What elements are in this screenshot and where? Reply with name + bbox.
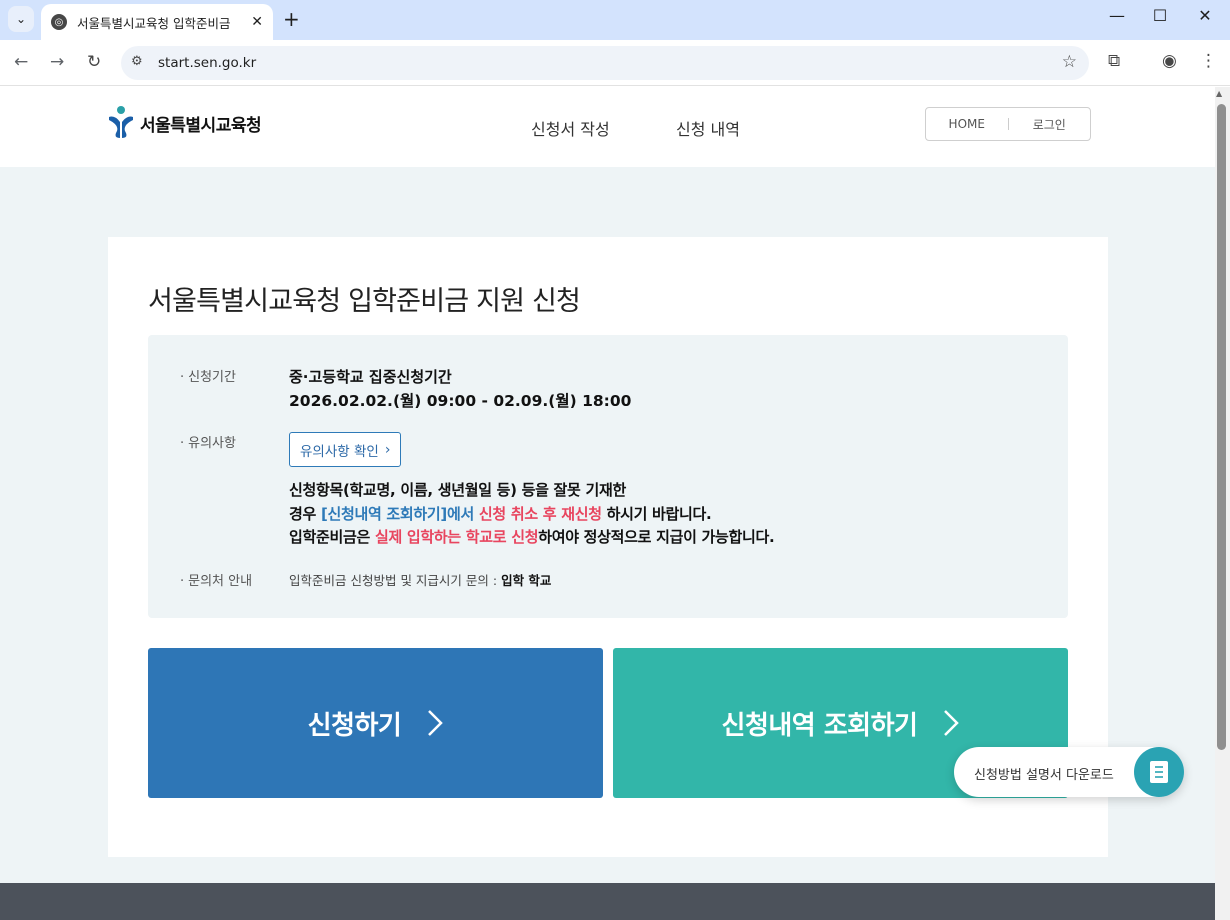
document-icon <box>1134 747 1184 797</box>
globe-icon: ◎ <box>51 14 67 30</box>
close-window-button[interactable]: ✕ <box>1185 6 1225 25</box>
nav-application-history[interactable]: 신청 내역 <box>676 116 740 140</box>
contact-info: 입학준비금 신청방법 및 지급시기 문의 : 입학 학교 <box>289 570 551 589</box>
star-icon[interactable]: ☆ <box>1062 52 1077 72</box>
notice-line-1: 신청항목(학교명, 이름, 생년월일 등) 등을 잘못 기재한 <box>289 481 626 499</box>
login-link[interactable]: 로그인 <box>1009 116 1091 133</box>
notice-button-label: 유의사항 확인 <box>300 443 379 460</box>
guide-download-button[interactable]: 신청방법 설명서 다운로드 <box>954 747 1184 797</box>
notice-text: 하시기 바랍니다. <box>601 505 712 523</box>
browser-toolbar: ← → ↻ ⚙ start.sen.go.kr ☆ ⧉ ◉ ⋮ <box>0 40 1230 86</box>
back-icon[interactable]: ← <box>14 52 28 72</box>
contact-school: 입학 학교 <box>501 573 552 588</box>
chevron-right-icon <box>944 710 960 736</box>
page-title: 서울특별시교육청 입학준비금 지원 신청 <box>148 286 581 317</box>
apply-button[interactable]: 신청하기 <box>148 648 603 798</box>
util-menu: HOME 로그인 <box>925 107 1091 141</box>
new-tab-button[interactable]: + <box>283 8 300 30</box>
scroll-up-icon[interactable]: ▲ <box>1216 89 1222 98</box>
period-title: 중·고등학교 집중신청기간 <box>289 368 452 386</box>
period-label: 신청기간 <box>180 366 236 385</box>
minimize-button[interactable]: — <box>1097 6 1137 25</box>
tab-search-icon[interactable]: ⌄ <box>8 6 34 32</box>
site-header: 서울특별시교육청 신청서 작성 신청 내역 HOME 로그인 <box>0 87 1215 167</box>
notice-text: 하여야 정상적으로 지급이 가능합니다. <box>538 528 775 546</box>
cancel-reapply-text: 신청 취소 후 재신청 <box>478 505 602 523</box>
contact-text: 입학준비금 신청방법 및 지급시기 문의 : <box>289 573 502 588</box>
contact-label: 문의처 안내 <box>180 570 252 589</box>
download-label: 신청방법 설명서 다운로드 <box>974 768 1114 783</box>
scrollbar-thumb[interactable] <box>1217 104 1226 750</box>
maximize-button[interactable]: ☐ <box>1140 6 1180 25</box>
notice-confirm-button[interactable]: 유의사항 확인 › <box>289 432 402 467</box>
notice-text: 입학준비금은 <box>289 528 375 546</box>
nav-apply-form[interactable]: 신청서 작성 <box>531 116 610 140</box>
notice-text: 경우 <box>289 505 321 523</box>
chevron-right-icon: › <box>384 441 391 458</box>
seoul-education-logo-icon <box>109 106 133 138</box>
history-reference-text: [신청내역 조회하기]에서 <box>320 505 474 523</box>
address-bar[interactable]: ⚙ start.sen.go.kr ☆ <box>121 46 1089 80</box>
profile-icon[interactable]: ◉ <box>1162 51 1177 71</box>
notice-label: 유의사항 <box>180 432 236 451</box>
chevron-right-icon <box>428 710 444 736</box>
extensions-icon[interactable]: ⧉ <box>1108 51 1120 71</box>
forward-icon[interactable]: → <box>50 52 64 72</box>
site-logo[interactable]: 서울특별시교육청 <box>107 105 262 141</box>
tab-title: 서울특별시교육청 입학준비금 <box>77 15 231 31</box>
home-link[interactable]: HOME <box>926 117 1008 131</box>
apply-button-label: 신청하기 <box>307 710 402 741</box>
browser-tab-strip: ⌄ ◎ 서울특별시교육청 입학준비금 ✕ + — ☐ ✕ <box>0 0 1230 40</box>
period-dates: 2026.02.02.(월) 09:00 - 02.09.(월) 18:00 <box>289 392 632 410</box>
web-page: 서울특별시교육청 신청서 작성 신청 내역 HOME 로그인 서울특별시교육청 … <box>0 87 1215 920</box>
reload-icon[interactable]: ↻ <box>87 52 101 72</box>
site-info-icon[interactable]: ⚙ <box>131 54 143 69</box>
info-box: 신청기간 중·고등학교 집중신청기간 2026.02.02.(월) 09:00 … <box>148 335 1068 618</box>
url-text[interactable]: start.sen.go.kr <box>158 55 256 71</box>
notice-line-2: 경우 [신청내역 조회하기]에서 신청 취소 후 재신청 하시기 바랍니다. <box>289 503 712 524</box>
tab-close-icon[interactable]: ✕ <box>251 14 263 30</box>
notice-line-3: 입학준비금은 실제 입학하는 학교로 신청하여야 정상적으로 지급이 가능합니다… <box>289 526 775 547</box>
site-footer <box>0 883 1215 920</box>
logo-text: 서울특별시교육청 <box>140 115 262 136</box>
menu-icon[interactable]: ⋮ <box>1200 51 1217 71</box>
history-button-label: 신청내역 조회하기 <box>721 710 918 741</box>
actual-school-text: 실제 입학하는 학교로 신청 <box>374 528 539 546</box>
browser-tab[interactable]: ◎ 서울특별시교육청 입학준비금 ✕ <box>41 4 273 40</box>
